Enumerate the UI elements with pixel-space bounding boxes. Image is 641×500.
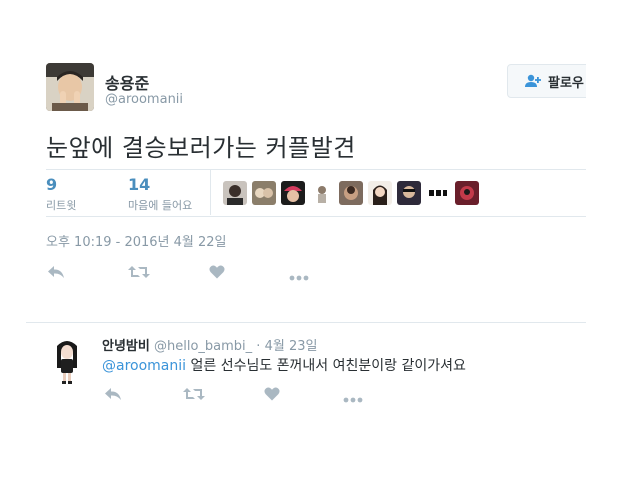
follow-person-icon	[525, 74, 541, 87]
author-handle[interactable]: @aroomanii	[105, 92, 183, 107]
tweet-permalink: 송용준 @aroomanii 팔로우 눈앞에 결승보러가는 커플발견 9 리트윗…	[0, 0, 641, 500]
reply-icon[interactable]	[47, 264, 65, 283]
reply-body: 얼른 선수님도 폰꺼내서 여친분이랑 같이가셔요	[186, 358, 466, 374]
like-icon[interactable]	[264, 386, 280, 405]
liker-avatar[interactable]	[281, 181, 305, 205]
reply-separator: ·	[256, 339, 261, 354]
liker-avatar[interactable]	[252, 181, 276, 205]
reply-date[interactable]: 4월 23일	[265, 339, 318, 354]
author-avatar[interactable]	[46, 63, 94, 111]
divider	[210, 170, 211, 215]
divider	[46, 169, 586, 170]
like-count: 14	[128, 175, 151, 194]
crop-mask	[586, 0, 641, 500]
reply-icon[interactable]	[104, 386, 122, 405]
reply-text: @aroomanii 얼른 선수님도 폰꺼내서 여친분이랑 같이가셔요	[102, 355, 466, 375]
tweet-text: 눈앞에 결승보러가는 커플발견	[46, 134, 356, 162]
liker-avatar[interactable]	[368, 181, 392, 205]
retweet-count: 9	[46, 175, 58, 194]
liker-avatars	[223, 181, 479, 205]
tweet-timestamp[interactable]: 오후 10:19 - 2016년 4월 22일	[46, 231, 227, 250]
liker-avatar[interactable]	[310, 181, 334, 205]
liker-avatar[interactable]	[426, 181, 450, 205]
liker-avatar[interactable]	[223, 181, 247, 205]
reply-author-name[interactable]: 안녕밤비	[102, 339, 150, 354]
reply-avatar[interactable]	[51, 338, 83, 384]
liker-avatar[interactable]	[455, 181, 479, 205]
more-icon[interactable]	[343, 388, 363, 407]
liker-avatar[interactable]	[339, 181, 363, 205]
reply-mention-link[interactable]: @aroomanii	[102, 358, 186, 374]
divider	[26, 322, 586, 323]
author-name[interactable]: 송용준	[105, 70, 149, 94]
divider	[46, 216, 586, 217]
retweet-icon[interactable]	[183, 386, 205, 405]
like-icon[interactable]	[209, 264, 225, 283]
retweet-stat[interactable]: 9 리트윗	[46, 175, 76, 213]
liker-avatar[interactable]	[397, 181, 421, 205]
retweet-label: 리트윗	[46, 199, 77, 212]
follow-label: 팔로우	[548, 75, 584, 91]
more-icon[interactable]	[289, 266, 309, 285]
like-label: 마음에 들어요	[128, 199, 193, 212]
like-stat[interactable]: 14 마음에 들어요	[128, 175, 192, 213]
retweet-icon[interactable]	[128, 264, 150, 283]
reply-author-handle[interactable]: @hello_bambi_	[154, 339, 252, 354]
reply-header: 안녕밤비 @hello_bambi_ · 4월 23일	[102, 335, 317, 354]
